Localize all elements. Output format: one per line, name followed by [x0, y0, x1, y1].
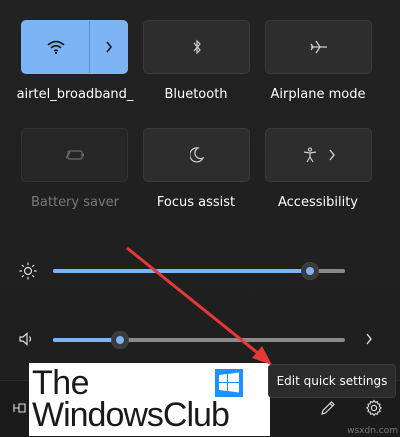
wifi-label: airtel_broadband_	[16, 87, 134, 102]
battery-saver-tile[interactable]	[21, 128, 128, 182]
bluetooth-label: Bluetooth	[164, 87, 228, 102]
brightness-slider[interactable]	[53, 263, 345, 279]
chevron-right-icon	[105, 41, 112, 53]
thewindowsclub-logo: The WindowsClub	[29, 363, 270, 436]
wifi-tile[interactable]	[21, 20, 128, 74]
brightness-icon	[19, 262, 37, 280]
moon-icon	[189, 147, 204, 163]
bluetooth-icon	[193, 39, 201, 55]
airplane-mode-tile[interactable]	[265, 20, 372, 74]
brightness-slider-fill	[53, 269, 310, 273]
wifi-toggle-button[interactable]	[22, 21, 90, 73]
settings-button[interactable]	[358, 392, 390, 424]
accessibility-icon	[303, 147, 316, 163]
speaker-icon	[19, 332, 32, 346]
bluetooth-tile[interactable]	[143, 20, 250, 74]
volume-slider-fill	[53, 338, 121, 342]
audio-output-expand-button[interactable]	[358, 328, 380, 350]
battery-saver-icon	[65, 150, 84, 160]
chevron-right-icon	[328, 149, 335, 161]
wifi-icon	[46, 40, 65, 54]
windows-flag-icon	[215, 369, 243, 397]
quick-settings-panel: airtel_broadband_ Bluetooth Airplane mod…	[0, 0, 400, 437]
pencil-icon	[321, 401, 335, 415]
edit-quick-settings-button[interactable]	[312, 392, 344, 424]
chevron-right-icon	[366, 333, 372, 345]
brightness-slider-thumb[interactable]	[301, 263, 318, 279]
airplane-mode-label: Airplane mode	[270, 87, 366, 102]
volume-slider-thumb[interactable]	[112, 332, 129, 348]
focus-assist-label: Focus assist	[156, 195, 236, 210]
watermark-text: wsxdn.com	[347, 426, 398, 436]
volume-slider[interactable]	[53, 332, 345, 348]
accessibility-label: Accessibility	[278, 195, 358, 210]
battery-saver-label: Battery saver	[30, 195, 120, 210]
airplane-icon	[309, 40, 327, 54]
battery-status-button[interactable]	[10, 398, 30, 418]
gear-icon	[365, 399, 383, 417]
accessibility-tile[interactable]	[265, 128, 372, 182]
plug-icon	[13, 403, 26, 413]
wifi-expand-button[interactable]	[90, 21, 127, 73]
focus-assist-tile[interactable]	[143, 128, 250, 182]
logo-line-2: WindowsClub	[32, 396, 230, 434]
